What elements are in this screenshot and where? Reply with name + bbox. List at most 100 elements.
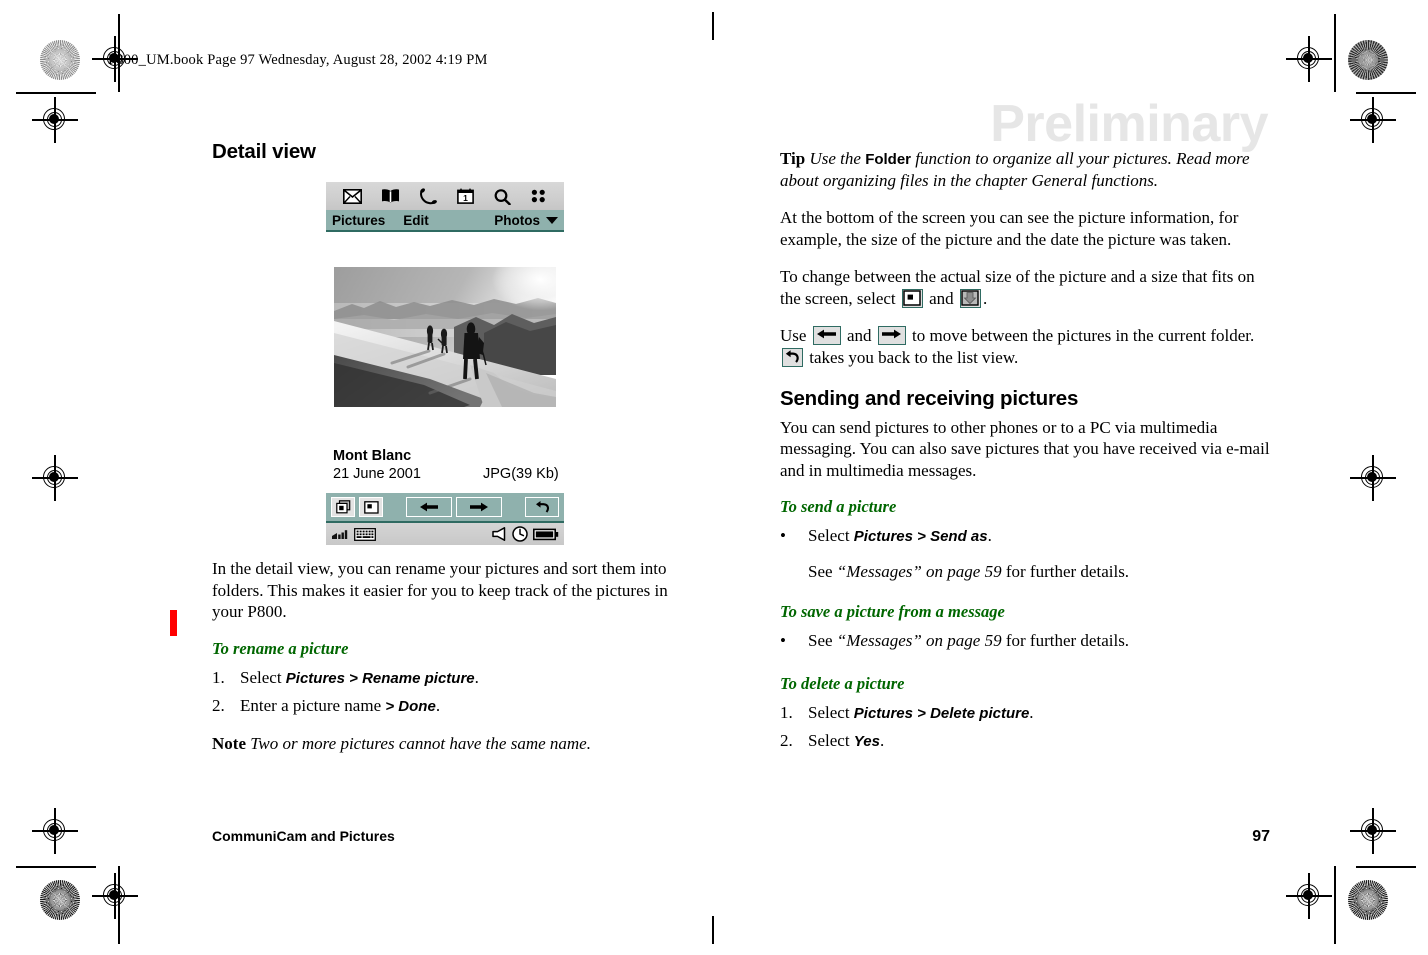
actual-size-icon[interactable] <box>901 288 923 308</box>
registration-mark-right-upper <box>1350 97 1396 143</box>
picture-info-panel: Mont Blanc 21 June 2001 JPG(39 Kb) <box>326 447 564 483</box>
list-item: • Select Pictures > Send as. <box>780 525 1270 547</box>
left-column: Detail view <box>212 140 684 170</box>
bullet-text-post: . <box>987 526 992 546</box>
chevron-down-icon[interactable] <box>546 216 558 224</box>
grid-apps-icon[interactable] <box>530 188 547 204</box>
crop-line-right-bottom-horizontal <box>1356 866 1416 868</box>
right-column: Tip Use the Folder function to organize … <box>780 148 1270 766</box>
phone-menu-bar: Pictures Edit Photos <box>326 210 564 232</box>
change-size-mid: and <box>924 288 958 308</box>
signal-strength-icon <box>331 527 349 541</box>
note-text: Two or more pictures cannot have the sam… <box>250 733 591 753</box>
phone-app-toolbar: 1 <box>326 182 564 210</box>
registration-mark-right-middle <box>1350 455 1396 501</box>
previous-picture-icon[interactable] <box>812 326 841 346</box>
sending-receiving-paragraph: You can send pictures to other phones or… <box>780 417 1270 480</box>
navigate-mid1: and <box>842 326 876 346</box>
see-pre: See <box>808 562 837 582</box>
next-picture-icon[interactable] <box>877 326 906 346</box>
tip-pre: Use the <box>805 149 866 168</box>
fit-to-screen-icon[interactable] <box>359 497 383 518</box>
tip-label: Tip <box>780 149 806 168</box>
next-picture-icon[interactable] <box>456 497 502 518</box>
clock-icon <box>512 526 528 542</box>
procedure-steps-delete: 1. Select Pictures > Delete picture. 2. … <box>780 702 1270 752</box>
speaker-icon <box>492 527 507 542</box>
crop-line-top-center-vertical <box>712 12 714 40</box>
crop-line-bottom-center-vertical <box>712 916 714 944</box>
phone-handset-icon[interactable] <box>419 187 438 205</box>
registration-mark-left-lower <box>32 808 78 854</box>
back-to-list-icon[interactable] <box>782 348 803 368</box>
see-post: for further details. <box>1001 562 1130 582</box>
menu-item-pictures[interactable]: Pictures <box>332 213 385 228</box>
photo-mont-blanc <box>334 267 556 407</box>
ui-command-folder: Folder <box>865 151 912 168</box>
file-stamp-header: P800_UM.book Page 97 Wednesday, August 2… <box>108 52 488 68</box>
step-text-post: . <box>435 695 441 715</box>
procedure-steps-rename: 1. Select Pictures > Rename picture. 2. … <box>212 667 692 717</box>
ui-command: Yes <box>853 732 880 750</box>
previous-picture-icon[interactable] <box>406 497 452 518</box>
detail-view-paragraph: In the detail view, you can rename your … <box>212 559 668 622</box>
print-control-rosette-bottom-left <box>40 880 80 920</box>
step-text-pre: Enter a picture name <box>240 695 386 715</box>
cross-reference-link[interactable]: “Messages” on page 59 <box>837 631 1002 650</box>
page-footer: CommuniCam and Pictures 97 <box>212 828 1270 846</box>
step-text-pre: Select <box>808 702 854 722</box>
ui-command: > Done <box>385 697 436 715</box>
battery-icon <box>533 528 559 541</box>
ui-command: Pictures > Send as <box>853 528 988 546</box>
navigate-paragraph: Use and to move between the pictures in … <box>780 325 1270 368</box>
registration-mark-bottom-left-inner <box>92 873 138 919</box>
menu-item-photos[interactable]: Photos <box>494 213 540 228</box>
crop-line-left-bottom-horizontal <box>16 866 96 868</box>
magnifier-icon[interactable] <box>493 188 511 205</box>
book-icon[interactable] <box>381 188 400 204</box>
procedure-steps-send: • Select Pictures > Send as. <box>780 525 1270 547</box>
procedure-title-rename: To rename a picture <box>212 638 349 658</box>
cross-reference-send: See “Messages” on page 59 for further de… <box>808 561 1270 583</box>
registration-mark-left-upper <box>32 97 78 143</box>
step-text-post: . <box>879 730 885 750</box>
phone-button-bar <box>326 493 564 524</box>
list-item: 1. Select Pictures > Delete picture. <box>780 702 1270 724</box>
registration-mark-top-right-inner <box>1286 36 1332 82</box>
list-item: 2. Select Yes. <box>780 730 1270 752</box>
bullet-text-pre: Select <box>808 526 854 546</box>
ui-command: Pictures > Rename picture <box>285 669 475 687</box>
back-to-list-icon[interactable] <box>525 497 559 518</box>
calendar-icon[interactable]: 1 <box>456 188 474 204</box>
bullet-marker: • <box>780 630 786 650</box>
print-control-rosette-top-left <box>40 40 80 80</box>
actual-size-icon[interactable] <box>331 497 355 518</box>
bullet-text-pre: See <box>808 630 837 650</box>
step-number: 2. <box>780 730 793 750</box>
registration-mark-right-lower <box>1350 808 1396 854</box>
procedure-title-send: To send a picture <box>780 497 897 517</box>
step-text-post: . <box>474 667 479 687</box>
footer-page-number: 97 <box>1252 828 1270 845</box>
bullet-marker: • <box>780 526 786 546</box>
fit-to-screen-icon[interactable] <box>959 288 981 308</box>
change-size-paragraph: To change between the actual size of the… <box>780 266 1270 309</box>
menu-item-edit[interactable]: Edit <box>403 213 429 228</box>
picture-date: 21 June 2001 <box>333 466 421 483</box>
step-number: 1. <box>212 667 225 687</box>
procedure-title-save: To save a picture from a message <box>780 601 1005 621</box>
step-number: 2. <box>212 695 225 715</box>
cross-reference-link[interactable]: “Messages” on page 59 <box>837 562 1002 581</box>
tip-paragraph: Tip Use the Folder function to organize … <box>780 148 1270 191</box>
envelope-icon[interactable] <box>342 188 362 204</box>
bottom-info-paragraph: At the bottom of the screen you can see … <box>780 208 1239 249</box>
svg-text:1: 1 <box>463 193 468 203</box>
change-bar <box>170 610 177 636</box>
registration-mark-bottom-right-inner <box>1286 873 1332 919</box>
keyboard-icon <box>354 527 376 541</box>
navigate-mid2: to move between the pictures in the curr… <box>907 326 1255 346</box>
phone-screen-mockup: 1 Pictures Edit Photos Mont Blanc 21 Jun… <box>326 182 564 546</box>
ui-command: Pictures > Delete picture <box>853 704 1030 722</box>
phone-status-bar <box>326 523 564 546</box>
crop-line-left-top-horizontal <box>16 92 96 94</box>
